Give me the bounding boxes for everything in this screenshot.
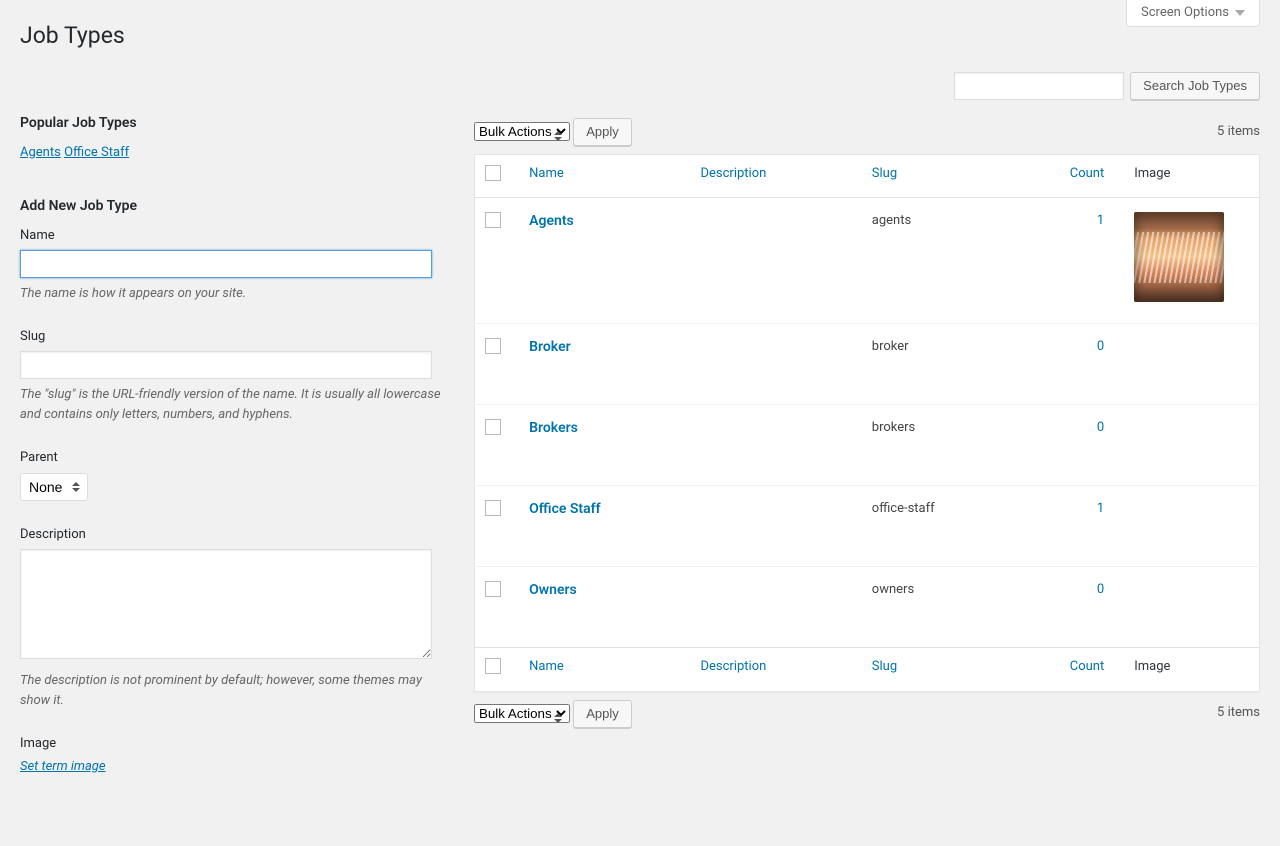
- term-description: [690, 485, 861, 566]
- term-slug: owners: [862, 567, 1046, 648]
- name-input[interactable]: [20, 250, 432, 278]
- term-slug: office-staff: [862, 485, 1046, 566]
- screen-options-toggle[interactable]: Screen Options: [1126, 0, 1260, 27]
- chevron-down-icon: [1235, 10, 1245, 16]
- term-slug: agents: [862, 198, 1046, 323]
- bulk-actions-select-bottom[interactable]: Bulk Actions: [474, 704, 570, 723]
- term-image-cell: [1124, 404, 1259, 485]
- col-description-foot[interactable]: Description: [700, 659, 766, 674]
- search-bar: Search Job Types: [20, 72, 1260, 100]
- add-new-form: Add New Job Type Name The name is how it…: [20, 197, 454, 776]
- slug-input[interactable]: [20, 351, 432, 379]
- search-input[interactable]: [954, 72, 1124, 100]
- term-image-cell: [1124, 323, 1259, 404]
- form-heading: Add New Job Type: [20, 197, 454, 217]
- term-thumbnail: [1134, 212, 1224, 302]
- term-description: [690, 198, 861, 323]
- term-count-link[interactable]: 0: [1097, 339, 1104, 354]
- term-description: [690, 323, 861, 404]
- select-all-bottom[interactable]: [485, 658, 501, 674]
- term-image-cell: [1124, 485, 1259, 566]
- row-checkbox[interactable]: [485, 338, 501, 354]
- col-count-foot[interactable]: Count: [1070, 659, 1104, 674]
- term-name-link[interactable]: Brokers: [529, 420, 578, 436]
- col-description[interactable]: Description: [700, 166, 766, 181]
- search-button[interactable]: Search Job Types: [1130, 72, 1260, 100]
- set-term-image-link[interactable]: Set term image: [20, 759, 106, 774]
- term-name-link[interactable]: Owners: [529, 582, 577, 598]
- table-row: Office Staff office-staff 1: [475, 485, 1260, 566]
- tablenav-top: Bulk Actions Apply 5 items: [474, 118, 1260, 146]
- popular-tag-link[interactable]: Agents: [20, 145, 61, 160]
- term-name-link[interactable]: Agents: [529, 213, 574, 229]
- col-name-foot[interactable]: Name: [529, 659, 564, 674]
- term-count-link[interactable]: 1: [1097, 213, 1104, 228]
- item-count-bottom: 5 items: [1217, 704, 1260, 722]
- term-count-link[interactable]: 0: [1097, 582, 1104, 597]
- parent-label: Parent: [20, 449, 454, 467]
- row-checkbox[interactable]: [485, 500, 501, 516]
- terms-table: Name Description Slug Count Image Agents…: [474, 154, 1260, 691]
- col-count[interactable]: Count: [1070, 166, 1104, 181]
- description-hint: The description is not prominent by defa…: [20, 671, 454, 710]
- popular-heading: Popular Job Types: [20, 114, 454, 134]
- row-checkbox[interactable]: [485, 212, 501, 228]
- term-description: [690, 567, 861, 648]
- term-image-cell: [1124, 567, 1259, 648]
- slug-label: Slug: [20, 328, 454, 346]
- row-checkbox[interactable]: [485, 581, 501, 597]
- select-all-top[interactable]: [485, 165, 501, 181]
- slug-hint: The "slug" is the URL-friendly version o…: [20, 385, 454, 424]
- term-count-link[interactable]: 0: [1097, 420, 1104, 435]
- term-image-cell: [1124, 198, 1259, 323]
- col-slug-foot[interactable]: Slug: [872, 659, 897, 674]
- table-row: Broker broker 0: [475, 323, 1260, 404]
- col-image-foot: Image: [1124, 648, 1259, 691]
- image-label: Image: [20, 735, 454, 753]
- col-image: Image: [1124, 155, 1259, 198]
- bulk-actions-select-top[interactable]: Bulk Actions: [474, 122, 570, 141]
- apply-button-bottom[interactable]: Apply: [573, 700, 632, 728]
- row-checkbox[interactable]: [485, 419, 501, 435]
- description-label: Description: [20, 526, 454, 544]
- term-description: [690, 404, 861, 485]
- table-row: Owners owners 0: [475, 567, 1260, 648]
- term-slug: broker: [862, 323, 1046, 404]
- tablenav-bottom: Bulk Actions Apply 5 items: [474, 700, 1260, 728]
- screen-options-label: Screen Options: [1141, 4, 1229, 22]
- page-title: Job Types: [20, 20, 1260, 52]
- term-name-link[interactable]: Office Staff: [529, 501, 600, 517]
- parent-select[interactable]: None: [20, 473, 88, 501]
- description-textarea[interactable]: [20, 549, 432, 659]
- apply-button-top[interactable]: Apply: [573, 118, 632, 146]
- table-row: Brokers brokers 0: [475, 404, 1260, 485]
- popular-tag-link[interactable]: Office Staff: [64, 145, 129, 160]
- table-row: Agents agents 1: [475, 198, 1260, 323]
- col-slug[interactable]: Slug: [872, 166, 897, 181]
- item-count-top: 5 items: [1217, 123, 1260, 141]
- name-hint: The name is how it appears on your site.: [20, 284, 454, 304]
- term-name-link[interactable]: Broker: [529, 339, 570, 355]
- popular-tags: Popular Job Types Agents Office Staff: [20, 114, 454, 162]
- term-slug: brokers: [862, 404, 1046, 485]
- name-label: Name: [20, 227, 454, 245]
- col-name[interactable]: Name: [529, 166, 564, 181]
- term-count-link[interactable]: 1: [1097, 501, 1104, 516]
